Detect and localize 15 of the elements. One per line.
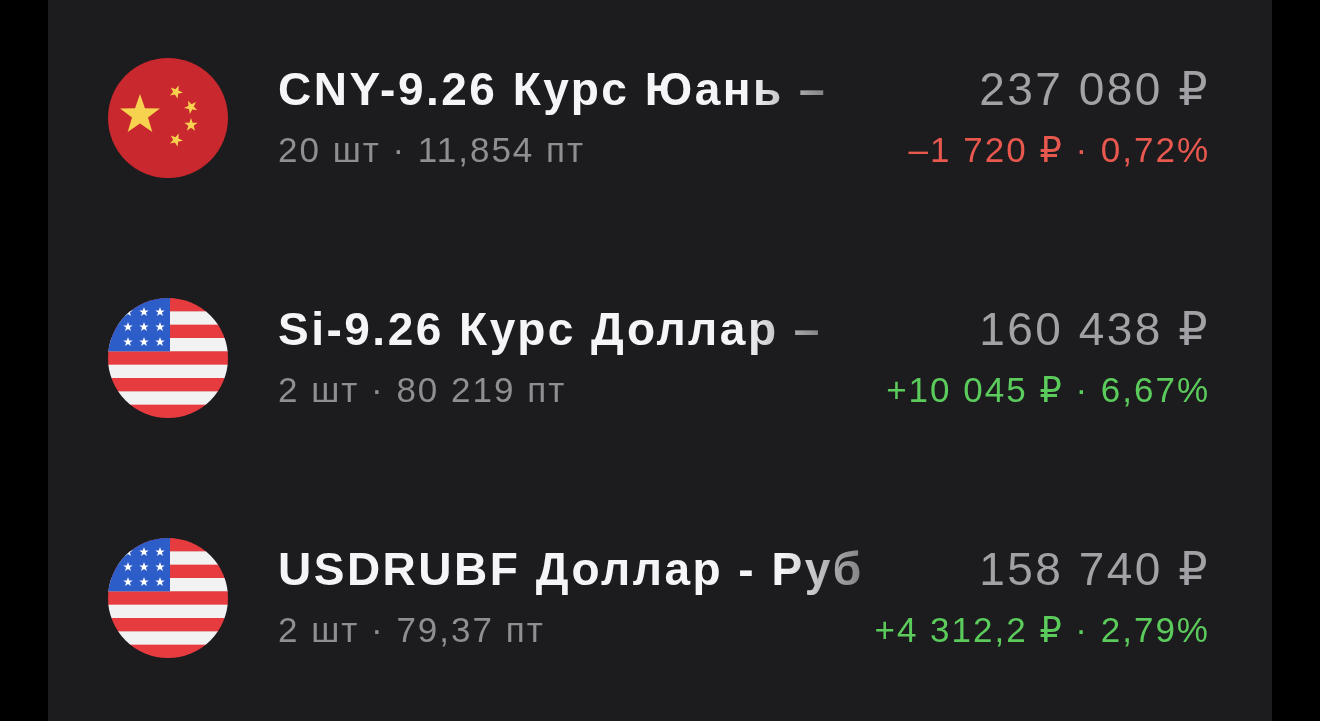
position-details: 2 шт · 80 219 пт — [278, 369, 567, 411]
position-details: 2 шт · 79,37 пт — [278, 609, 545, 651]
china-flag-icon — [108, 58, 228, 178]
instrument-title: CNY-9.26 Курс Юань – — [278, 63, 828, 115]
us-flag-icon — [108, 298, 228, 418]
us-flag-icon — [108, 538, 228, 658]
position-value: 237 080 ₽ — [979, 63, 1210, 115]
position-change: +4 312,2 ₽ · 2,79% — [874, 609, 1210, 651]
position-change: –1 720 ₽ · 0,72% — [908, 129, 1210, 171]
position-change: +10 045 ₽ · 6,67% — [886, 369, 1210, 411]
position-details: 20 шт · 11,854 пт — [278, 129, 586, 171]
instrument-title: USDRUBF Доллар - Руб — [278, 543, 864, 595]
position-value: 158 740 ₽ — [979, 543, 1210, 595]
instrument-title: Si-9.26 Курс Доллар – — [278, 303, 822, 355]
position-value: 160 438 ₽ — [979, 303, 1210, 355]
